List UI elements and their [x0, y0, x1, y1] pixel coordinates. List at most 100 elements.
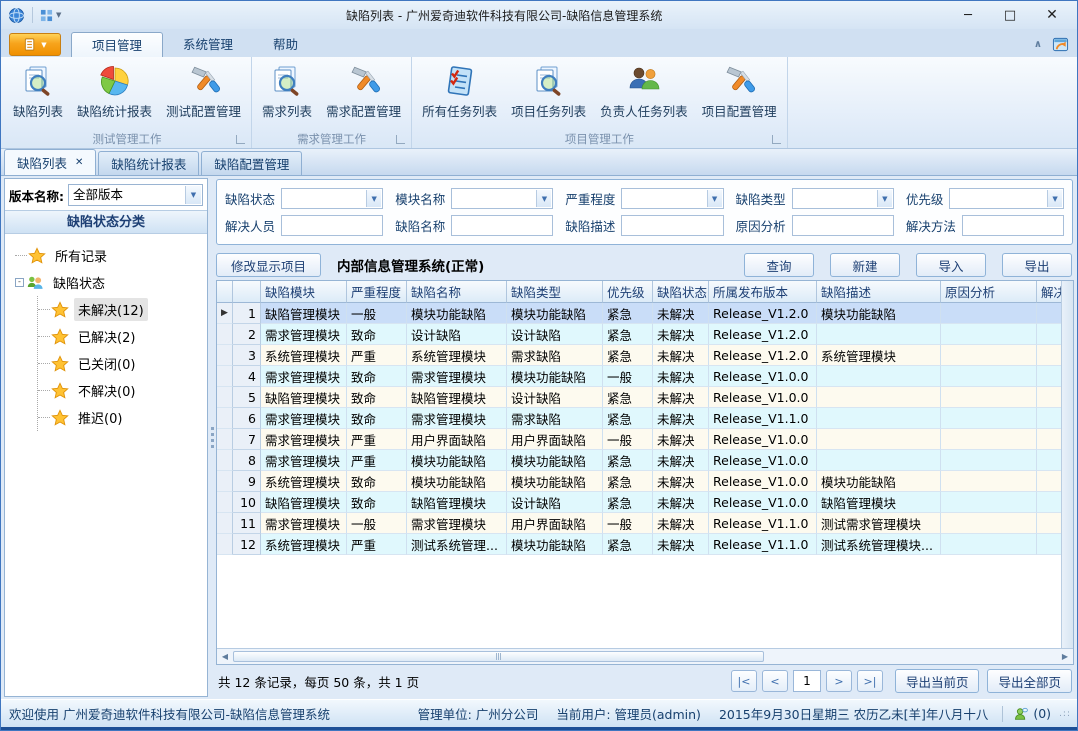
- column-header-原因分析[interactable]: 原因分析: [941, 281, 1037, 303]
- person-icon[interactable]: [1013, 706, 1029, 722]
- ribbon-button-缺陷列表[interactable]: 缺陷列表: [6, 60, 70, 120]
- table-row-8[interactable]: 8需求管理模块严重模块功能缺陷模块功能缺陷紧急未解决Release_V1.0.0: [217, 450, 1061, 471]
- close-button[interactable]: ✕: [1031, 3, 1073, 27]
- filter-select-缺陷类型[interactable]: ▼: [792, 188, 894, 209]
- column-header-缺陷模块[interactable]: 缺陷模块: [261, 281, 347, 303]
- filter-select-优先级[interactable]: ▼: [949, 188, 1064, 209]
- panel-splitter[interactable]: [208, 178, 216, 697]
- filter-input-解决人员[interactable]: [281, 215, 383, 236]
- action-button-导出[interactable]: 导出: [1002, 253, 1072, 277]
- table-row-3[interactable]: 3系统管理模块严重系统管理模块需求缺陷紧急未解决Release_V1.2.0系统…: [217, 345, 1061, 366]
- table-row-2[interactable]: 2需求管理模块致命设计缺陷设计缺陷紧急未解决Release_V1.2.0: [217, 324, 1061, 345]
- chevron-down-icon[interactable]: ▼: [707, 190, 722, 207]
- chevron-down-icon[interactable]: ▼: [1047, 190, 1062, 207]
- ribbon-tab-项目管理[interactable]: 项目管理: [71, 32, 163, 57]
- first-page-button[interactable]: |<: [731, 670, 757, 692]
- table-row-5[interactable]: 5缺陷管理模块致命缺陷管理模块设计缺陷紧急未解决Release_V1.0.0: [217, 387, 1061, 408]
- ribbon-button-负责人任务列表[interactable]: 负责人任务列表: [593, 60, 695, 120]
- ribbon-tab-系统管理[interactable]: 系统管理: [163, 32, 253, 57]
- action-button-查询[interactable]: 查询: [744, 253, 814, 277]
- ribbon-collapse-icon[interactable]: ∧: [1034, 39, 1042, 50]
- scrollbar-thumb[interactable]: [233, 651, 764, 662]
- help-browser-icon[interactable]: [1052, 36, 1069, 53]
- filter-input-缺陷名称[interactable]: [451, 215, 553, 236]
- table-row-1[interactable]: ▶1缺陷管理模块一般模块功能缺陷模块功能缺陷紧急未解决Release_V1.2.…: [217, 303, 1061, 324]
- tree-item-所有记录[interactable]: 所有记录: [15, 242, 207, 269]
- export-current-page-button[interactable]: 导出当前页: [895, 669, 980, 693]
- resize-grip[interactable]: .::: [1059, 709, 1071, 719]
- action-button-新建[interactable]: 新建: [830, 253, 900, 277]
- prev-page-button[interactable]: <: [762, 670, 788, 692]
- filter-input-原因分析[interactable]: [792, 215, 894, 236]
- filter-select-缺陷状态[interactable]: ▼: [281, 188, 383, 209]
- grid-icon[interactable]: [40, 9, 53, 22]
- ribbon-button-项目配置管理[interactable]: 项目配置管理: [695, 60, 784, 120]
- table-row-11[interactable]: 11需求管理模块一般需求管理模块用户界面缺陷一般未解决Release_V1.1.…: [217, 513, 1061, 534]
- dialog-launcher-icon[interactable]: [772, 135, 781, 144]
- modify-columns-button[interactable]: 修改显示项目: [216, 253, 321, 277]
- tree-item-缺陷状态[interactable]: -缺陷状态: [15, 269, 207, 296]
- last-page-button[interactable]: >|: [857, 670, 883, 692]
- table-row-6[interactable]: 6需求管理模块致命需求管理模块需求缺陷紧急未解决Release_V1.1.0: [217, 408, 1061, 429]
- column-header-优先级[interactable]: 优先级: [603, 281, 653, 303]
- vertical-scrollbar[interactable]: [1061, 281, 1073, 648]
- grid-header-row[interactable]: 缺陷模块严重程度缺陷名称缺陷类型优先级缺陷状态所属发布版本缺陷描述原因分析解决方…: [217, 281, 1061, 303]
- action-button-导入[interactable]: 导入: [916, 253, 986, 277]
- export-all-pages-button[interactable]: 导出全部页: [987, 669, 1072, 693]
- cell-status: 未解决: [653, 429, 709, 450]
- table-row-10[interactable]: 10缺陷管理模块致命缺陷管理模块设计缺陷紧急未解决Release_V1.0.0缺…: [217, 492, 1061, 513]
- column-header-缺陷状态[interactable]: 缺陷状态: [653, 281, 709, 303]
- column-header-解决方法[interactable]: 解决方法: [1037, 281, 1061, 303]
- messages-person-icon[interactable]: [1013, 706, 1029, 722]
- ribbon-button-缺陷统计报表[interactable]: 缺陷统计报表: [70, 60, 159, 120]
- column-header-缺陷描述[interactable]: 缺陷描述: [817, 281, 941, 303]
- chevron-down-icon[interactable]: ▼: [185, 186, 201, 204]
- doc-tab-缺陷配置管理[interactable]: 缺陷配置管理: [201, 151, 302, 175]
- ribbon-button-所有任务列表[interactable]: 所有任务列表: [415, 60, 504, 120]
- scroll-right-icon[interactable]: ▶: [1059, 652, 1071, 661]
- dialog-launcher-icon[interactable]: [236, 135, 245, 144]
- column-header-blank[interactable]: [233, 281, 261, 303]
- tree-item-已关闭(0)[interactable]: 已关闭(0): [38, 350, 207, 377]
- ribbon-button-项目任务列表[interactable]: 项目任务列表: [504, 60, 593, 120]
- version-select[interactable]: 全部版本 ▼: [68, 184, 203, 206]
- quick-access-grid-icon[interactable]: [40, 9, 53, 22]
- column-header-所属发布版本[interactable]: 所属发布版本: [709, 281, 817, 303]
- chevron-down-icon[interactable]: ▼: [536, 190, 551, 207]
- close-tab-icon[interactable]: ✕: [75, 157, 83, 168]
- filter-input-缺陷描述[interactable]: [621, 215, 723, 236]
- page-number-input[interactable]: [793, 670, 821, 692]
- minimize-button[interactable]: ─: [947, 3, 989, 27]
- chevron-down-icon[interactable]: ▼: [366, 190, 381, 207]
- tree-item-推迟(0)[interactable]: 推迟(0): [38, 404, 207, 431]
- maximize-button[interactable]: □: [989, 3, 1031, 27]
- column-header-缺陷名称[interactable]: 缺陷名称: [407, 281, 507, 303]
- tree-item-已解决(2)[interactable]: 已解决(2): [38, 323, 207, 350]
- scroll-left-icon[interactable]: ◀: [219, 652, 231, 661]
- chevron-down-icon[interactable]: ▼: [877, 190, 892, 207]
- filter-select-模块名称[interactable]: ▼: [451, 188, 553, 209]
- dialog-launcher-icon[interactable]: [396, 135, 405, 144]
- filter-input-解决方法[interactable]: [962, 215, 1064, 236]
- table-row-7[interactable]: 7需求管理模块严重用户界面缺陷用户界面缺陷一般未解决Release_V1.0.0: [217, 429, 1061, 450]
- column-header-严重程度[interactable]: 严重程度: [347, 281, 407, 303]
- tree-item-未解决(12)[interactable]: 未解决(12): [38, 296, 207, 323]
- filter-select-严重程度[interactable]: ▼: [621, 188, 723, 209]
- next-page-button[interactable]: >: [826, 670, 852, 692]
- table-row-12[interactable]: 12系统管理模块严重测试系统管理...模块功能缺陷紧急未解决Release_V1…: [217, 534, 1061, 555]
- tree-item-不解决(0)[interactable]: 不解决(0): [38, 377, 207, 404]
- column-header-缺陷类型[interactable]: 缺陷类型: [507, 281, 603, 303]
- tree-collapse-icon[interactable]: -: [15, 278, 24, 287]
- column-header-blank[interactable]: [217, 281, 233, 303]
- doc-tab-缺陷列表[interactable]: 缺陷列表✕: [4, 149, 96, 175]
- table-row-9[interactable]: 9系统管理模块致命模块功能缺陷模块功能缺陷紧急未解决Release_V1.0.0…: [217, 471, 1061, 492]
- horizontal-scrollbar[interactable]: ◀ ▶: [217, 648, 1073, 664]
- table-row-4[interactable]: 4需求管理模块致命需求管理模块模块功能缺陷一般未解决Release_V1.0.0: [217, 366, 1061, 387]
- ribbon-tab-帮助[interactable]: 帮助: [253, 32, 318, 57]
- ribbon-button-需求配置管理[interactable]: 需求配置管理: [319, 60, 408, 120]
- ribbon-button-测试配置管理[interactable]: 测试配置管理: [159, 60, 248, 120]
- doc-tab-缺陷统计报表[interactable]: 缺陷统计报表: [98, 151, 199, 175]
- help-browser-icon[interactable]: [1052, 36, 1069, 53]
- app-menu-button[interactable]: ▼: [9, 33, 61, 56]
- ribbon-button-需求列表[interactable]: 需求列表: [255, 60, 319, 120]
